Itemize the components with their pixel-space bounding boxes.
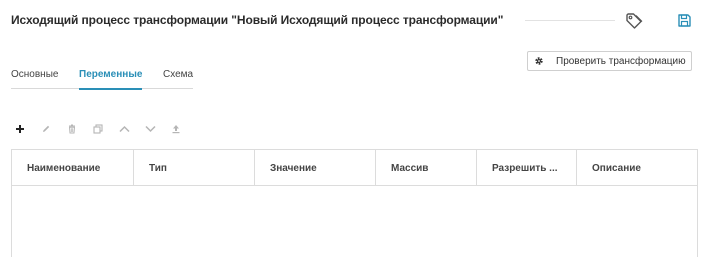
tab-bar: Основные Переменные Схема	[11, 69, 193, 90]
delete-icon	[68, 124, 76, 134]
column-header-description[interactable]: Описание	[577, 150, 697, 186]
header-divider	[525, 20, 615, 21]
variables-table: Наименование Тип Значение Массив Разреши…	[11, 149, 698, 257]
upload-button[interactable]	[167, 120, 185, 138]
chevron-down-icon	[144, 125, 156, 133]
check-transformation-label: Проверить трансформацию	[556, 55, 686, 67]
variables-toolbar	[11, 120, 193, 138]
save-icon	[677, 13, 691, 27]
gear-icon	[534, 56, 544, 66]
tab-schema[interactable]: Схема	[163, 69, 193, 89]
copy-icon	[93, 124, 103, 134]
tag-icon	[626, 13, 643, 29]
column-header-allow[interactable]: Разрешить ...	[477, 150, 577, 186]
column-header-value[interactable]: Значение	[255, 150, 376, 186]
add-button[interactable]	[11, 120, 29, 138]
edit-button[interactable]	[37, 120, 55, 138]
delete-button[interactable]	[63, 120, 81, 138]
move-down-button[interactable]	[141, 120, 159, 138]
move-up-button[interactable]	[115, 120, 133, 138]
column-header-name[interactable]: Наименование	[12, 150, 134, 186]
table-header: Наименование Тип Значение Массив Разреши…	[12, 150, 697, 186]
column-header-type[interactable]: Тип	[134, 150, 255, 186]
page-title: Исходящий процесс трансформации "Новый И…	[11, 13, 504, 27]
column-header-array[interactable]: Массив	[376, 150, 477, 186]
copy-button[interactable]	[89, 120, 107, 138]
chevron-up-icon	[118, 125, 130, 133]
tab-variables[interactable]: Переменные	[79, 69, 143, 90]
edit-icon	[43, 125, 50, 132]
check-transformation-button[interactable]: Проверить трансформацию	[527, 51, 692, 71]
plus-icon	[16, 125, 24, 133]
tab-main[interactable]: Основные	[11, 69, 58, 89]
save-button[interactable]	[675, 11, 693, 29]
upload-icon	[172, 125, 180, 134]
page-header: Исходящий процесс трансформации "Новый И…	[11, 11, 701, 31]
tag-button[interactable]	[624, 11, 644, 31]
